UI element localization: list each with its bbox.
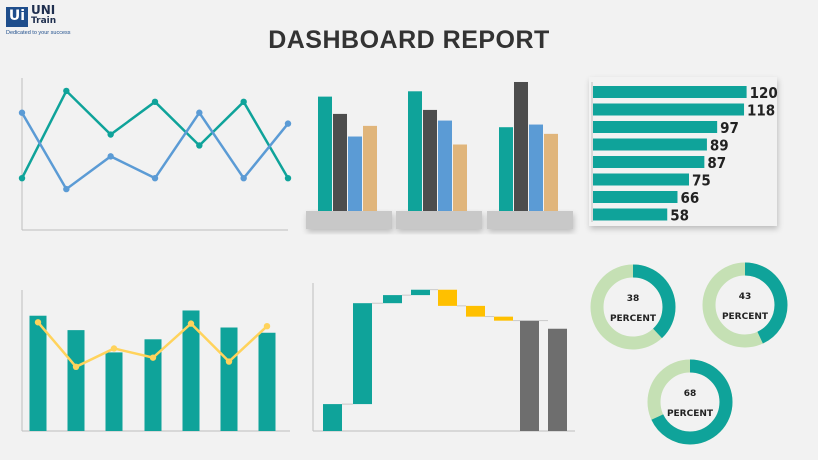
bar-g3-s3: [529, 124, 543, 211]
bar-g2-s3: [438, 120, 452, 211]
hbar-4: [593, 138, 707, 151]
waterfall-bar-9: [548, 328, 567, 431]
hbar-3: [593, 121, 718, 133]
pedestal-1: [306, 211, 392, 229]
line-point-s1-4: [151, 98, 159, 106]
line-point-s1-1: [18, 174, 26, 182]
donut-unit-label-3: PERCENT: [667, 409, 714, 419]
hbar-value-label-8: 58: [670, 207, 689, 225]
bar-g1-s3: [348, 136, 362, 211]
combo-line-point-2: [72, 363, 80, 371]
line-point-s2-6: [240, 174, 247, 182]
line-point-s1-5: [196, 142, 203, 149]
bar-g1-s2: [333, 113, 347, 211]
hbar-value-label-6: 75: [692, 172, 711, 190]
waterfall-bar-4: [411, 289, 430, 296]
hbar-value-label-5: 87: [707, 154, 726, 172]
hbar-7: [593, 191, 678, 203]
donut-charts: 38 PERCENT 43 PERCENT 68 PERCENT: [590, 262, 788, 445]
line-point-s1-7: [284, 174, 292, 182]
combo-line-point-1: [34, 319, 42, 326]
line-point-s2-2: [63, 185, 70, 193]
hbar-value-label-4: 89: [710, 137, 729, 155]
hbar-2: [593, 103, 745, 116]
horizontal-bar-chart: 120118 978987756658: [589, 77, 778, 226]
donut-unit-label-1: PERCENT: [610, 314, 657, 324]
donut-value-label-1: 38: [627, 294, 640, 304]
waterfall-bar-5: [438, 289, 457, 306]
waterfall-chart: [312, 283, 575, 432]
combo-bar-1: [29, 315, 47, 431]
hbar-5: [593, 156, 705, 168]
bar-g2-s2: [423, 109, 437, 211]
combo-bar-6: [220, 327, 238, 431]
bar-g3-s2: [514, 81, 528, 212]
bar-g2-s4: [453, 144, 467, 211]
line-point-s2-1: [18, 109, 26, 116]
combo-bar-3: [105, 352, 123, 431]
combo-bar-2: [67, 330, 85, 431]
donut-value-label-3: 68: [684, 389, 697, 399]
line-point-s1-6: [240, 98, 247, 106]
line-point-s1-2: [63, 87, 70, 95]
hbar-6: [593, 173, 689, 186]
bar-g1-s4: [363, 125, 377, 211]
clustered-bar-chart: [306, 81, 573, 229]
combo-line-point-6: [225, 358, 233, 365]
line-point-s2-7: [284, 120, 292, 127]
dashboard-charts: 120118 978987756658 38 PERCENT 43 PERCENT 68 PE…: [18, 77, 788, 445]
combo-line-point-3: [110, 345, 118, 352]
line-point-s2-3: [107, 153, 114, 160]
line-point-s2-5: [196, 109, 203, 116]
line-point-s2-4: [151, 174, 159, 182]
waterfall-bar-7: [494, 316, 513, 321]
hbar-1: [593, 86, 747, 98]
bar-g3-s1: [499, 127, 513, 211]
combo-bar-7: [258, 332, 276, 431]
combo-line-point-5: [187, 320, 195, 327]
donut-unit-label-2: PERCENT: [722, 312, 769, 322]
pedestal-3: [487, 211, 573, 229]
bar-g1-s1: [318, 96, 332, 211]
combo-line-point-7: [263, 323, 271, 330]
hbar-value-label-2: 118: [747, 102, 775, 120]
line-point-s1-3: [107, 131, 114, 138]
hbar-value-label-3: 97: [720, 119, 739, 137]
hbar-value-label-1: 120: [750, 84, 778, 102]
waterfall-bar-8: [520, 320, 539, 431]
waterfall-bar-1: [323, 404, 342, 431]
bar-g2-s1: [408, 91, 422, 211]
donut-value-label-2: 43: [739, 292, 752, 302]
hbar-8: [593, 208, 668, 221]
hbar-value-label-7: 66: [680, 189, 699, 207]
pedestal-2: [396, 211, 482, 229]
bar-g3-s4: [544, 133, 558, 211]
combo-line-point-4: [149, 354, 157, 361]
waterfall-bar-2: [353, 303, 372, 405]
waterfall-bar-3: [383, 295, 402, 304]
waterfall-bar-6: [466, 305, 485, 317]
combo-chart: [21, 290, 290, 432]
line-chart: [18, 78, 292, 231]
